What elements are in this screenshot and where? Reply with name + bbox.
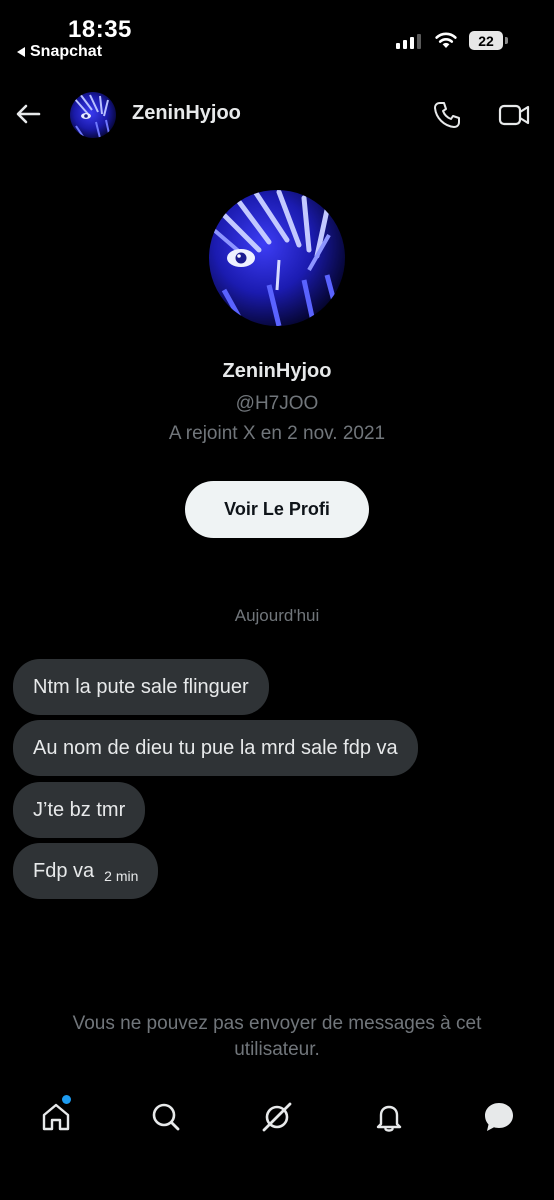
tab-search[interactable]	[146, 1097, 186, 1137]
message-bubble[interactable]: Ntm la pute sale flinguer	[13, 659, 269, 715]
date-divider: Aujourd'hui	[234, 606, 320, 625]
grok-icon	[262, 1102, 292, 1132]
message-text: Ntm la pute sale flinguer	[33, 675, 249, 698]
tab-notifications[interactable]	[369, 1097, 409, 1137]
dm-screen: 18:35 Snapchat 22 ZeninHyjoo ZeninHyjoo …	[0, 0, 554, 1200]
new-activity-dot	[62, 1095, 71, 1104]
notifications-icon	[376, 1105, 402, 1132]
avatar[interactable]	[70, 92, 116, 138]
video-icon[interactable]	[498, 100, 530, 130]
back-arrow-icon[interactable]	[14, 100, 42, 128]
header-username[interactable]: ZeninHyjoo	[132, 102, 241, 125]
cannot-message-notice: Vous ne pouvez pas envoyer de messages à…	[72, 1013, 482, 1060]
back-triangle-icon	[17, 47, 25, 57]
back-app-label: Snapchat	[30, 43, 103, 60]
message-timestamp: 2 min	[104, 868, 139, 884]
message-bubble[interactable]: J’te bz tmr	[13, 782, 146, 838]
profile-name: ZeninHyjoo	[222, 360, 332, 382]
message-bubble[interactable]: Fdp va 2 min	[13, 843, 159, 899]
message-text: J’te bz tmr	[33, 798, 126, 821]
status-time: 18:35	[68, 16, 132, 43]
message-bubble[interactable]: Au nom de dieu tu pue la mrd sale fdp va	[13, 720, 418, 776]
battery-nub	[505, 37, 508, 44]
back-to-app[interactable]: Snapchat	[17, 43, 102, 61]
wifi-icon	[435, 32, 457, 48]
message-text: Au nom de dieu tu pue la mrd sale fdp va	[33, 736, 398, 759]
profile-handle: @H7JOO	[235, 393, 319, 414]
battery-indicator: 22	[469, 31, 503, 50]
phone-icon[interactable]	[432, 100, 462, 130]
cellular-signal-icon	[396, 33, 421, 49]
view-profile-button[interactable]: Voir Le Profi	[185, 481, 369, 538]
messages-icon	[485, 1103, 513, 1131]
home-icon	[42, 1103, 70, 1131]
search-icon	[152, 1103, 180, 1131]
join-date: A rejoint X en 2 nov. 2021	[168, 423, 386, 444]
tab-messages[interactable]	[479, 1097, 519, 1137]
message-text: Fdp va	[33, 859, 95, 882]
profile-avatar[interactable]	[209, 190, 345, 326]
tab-grok[interactable]	[257, 1097, 297, 1137]
tab-home[interactable]	[36, 1097, 76, 1137]
